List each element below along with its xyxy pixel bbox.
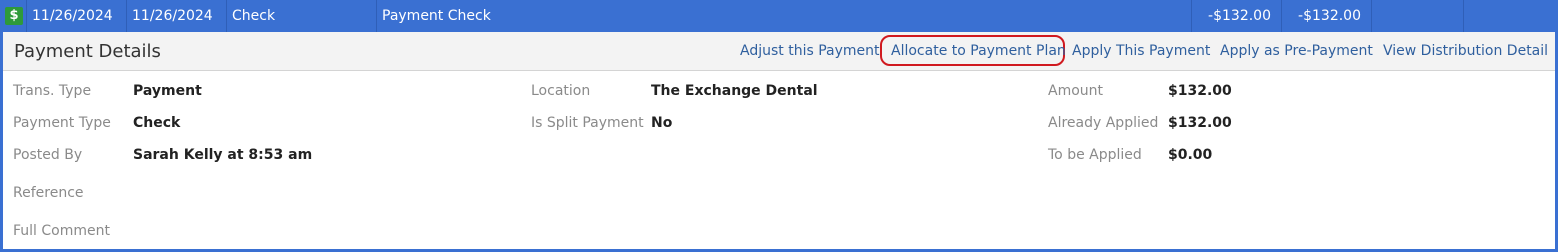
to-be-applied-label: To be Applied xyxy=(1048,147,1142,163)
payment-details-header: Payment Details Adjust this Payment Allo… xyxy=(3,32,1555,71)
split-payment-label: Is Split Payment xyxy=(531,115,644,131)
to-be-applied-value: $0.00 xyxy=(1168,147,1213,163)
transaction-description: Payment Check xyxy=(377,0,1192,32)
transaction-posted-date: 11/26/2024 xyxy=(127,0,227,32)
transaction-empty-cell xyxy=(1372,0,1464,32)
location-label: Location xyxy=(531,83,591,99)
transaction-amount: -$132.00 xyxy=(1192,0,1282,32)
payment-details-title: Payment Details xyxy=(14,41,161,62)
dollar-icon: $ xyxy=(5,7,23,25)
amount-label: Amount xyxy=(1048,83,1104,99)
already-applied-label: Already Applied xyxy=(1048,115,1159,131)
reference-label: Reference xyxy=(13,185,84,201)
adjust-payment-link[interactable]: Adjust this Payment xyxy=(740,43,880,59)
posted-by-value: Sarah Kelly at 8:53 am xyxy=(133,147,313,163)
view-distribution-detail-link[interactable]: View Distribution Detail xyxy=(1383,43,1548,59)
apply-pre-payment-link[interactable]: Apply as Pre-Payment xyxy=(1220,43,1373,59)
payment-type-value: Check xyxy=(133,115,181,131)
already-applied-value: $132.00 xyxy=(1168,115,1232,131)
trans-type-label: Trans. Type xyxy=(13,83,92,99)
apply-payment-link[interactable]: Apply This Payment xyxy=(1072,43,1210,59)
transaction-row[interactable]: $ 11/26/2024 11/26/2024 Check Payment Ch… xyxy=(0,0,1558,32)
full-comment-label: Full Comment xyxy=(13,223,110,239)
allocate-payment-plan-link[interactable]: Allocate to Payment Plan xyxy=(891,43,1066,59)
transaction-icon-cell: $ xyxy=(0,0,27,32)
transaction-balance: -$132.00 xyxy=(1282,0,1372,32)
payment-panel: $ 11/26/2024 11/26/2024 Check Payment Ch… xyxy=(0,0,1558,252)
amount-value: $132.00 xyxy=(1168,83,1232,99)
transaction-type: Check xyxy=(227,0,377,32)
posted-by-label: Posted By xyxy=(13,147,83,163)
transaction-date: 11/26/2024 xyxy=(27,0,127,32)
split-payment-value: No xyxy=(651,115,673,131)
location-value: The Exchange Dental xyxy=(651,83,818,99)
payment-type-label: Payment Type xyxy=(13,115,111,131)
trans-type-value: Payment xyxy=(133,83,202,99)
